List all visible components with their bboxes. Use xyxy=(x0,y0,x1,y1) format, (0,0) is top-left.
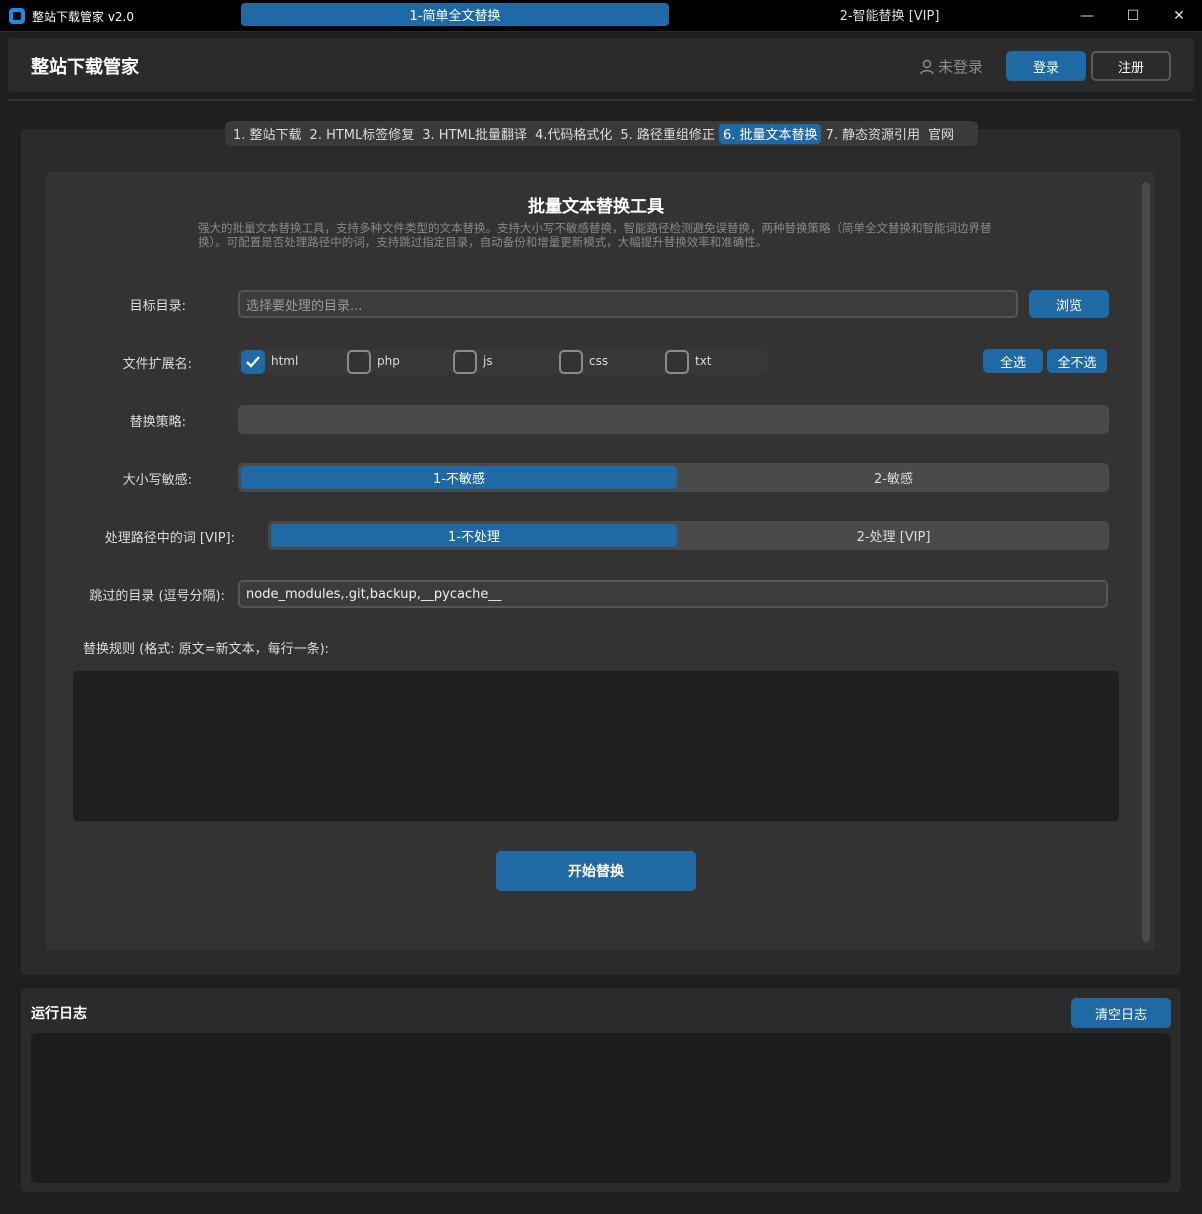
brand-title: 整站下载管家 xyxy=(31,57,139,78)
target-dir-label: 目标目录: xyxy=(129,299,186,314)
tool-description: 强大的批量文本替换工具，支持多种文件类型的文本替换。支持大小写不敏感替换，智能路… xyxy=(198,221,992,249)
strategy-segmented xyxy=(238,405,1109,434)
strategy-option-smart[interactable]: 2-智能替换 [VIP] xyxy=(672,3,1107,26)
tool-title: 批量文本替换工具 xyxy=(528,197,664,217)
skip-dirs-input[interactable]: node_modules,.git,backup,__pycache__ xyxy=(238,580,1108,608)
ext-txt-label: txt xyxy=(695,354,712,368)
checkbox-js[interactable] xyxy=(453,350,477,374)
skip-dirs-label: 跳过的目录 (逗号分隔): xyxy=(89,589,225,604)
log-textarea[interactable] xyxy=(31,1033,1171,1183)
user-icon xyxy=(920,59,934,75)
tab-static-resource[interactable]: 7. 静态资源引用 xyxy=(821,124,924,144)
ext-html-label: html xyxy=(271,354,299,368)
ext-php-label: php xyxy=(377,354,400,368)
scrollbar[interactable] xyxy=(1142,182,1150,942)
maximize-icon[interactable]: ☐ xyxy=(1110,0,1156,32)
strategy-option-simple[interactable]: 1-简单全文替换 xyxy=(241,3,669,26)
tab-site-download[interactable]: 1. 整站下载 xyxy=(229,124,306,144)
tab-official-site[interactable]: 官网 xyxy=(924,124,958,144)
check-icon xyxy=(246,356,260,368)
case-option-sensitive[interactable]: 2-敏感 xyxy=(680,466,1107,489)
checkbox-php[interactable] xyxy=(347,350,371,374)
tab-path-fix[interactable]: 5. 路径重组修正 xyxy=(616,124,719,144)
app-icon xyxy=(9,8,25,24)
clear-log-button[interactable]: 清空日志 xyxy=(1071,998,1171,1028)
tab-html-translate[interactable]: 3. HTML批量翻译 xyxy=(418,124,531,144)
register-button[interactable]: 注册 xyxy=(1091,51,1171,81)
browse-button[interactable]: 浏览 xyxy=(1029,290,1109,318)
log-title: 运行日志 xyxy=(31,1006,87,1022)
path-option-skip[interactable]: 1-不处理 xyxy=(271,524,677,547)
strategy-label: 替换策略: xyxy=(129,415,186,430)
login-button[interactable]: 登录 xyxy=(1006,51,1086,81)
ext-js-label: js xyxy=(483,354,493,368)
case-option-insensitive[interactable]: 1-不敏感 xyxy=(241,466,677,489)
checkbox-html[interactable] xyxy=(241,350,265,374)
checkbox-txt[interactable] xyxy=(665,350,689,374)
case-label: 大小写敏感: xyxy=(122,473,192,488)
tab-code-format[interactable]: 4.代码格式化 xyxy=(531,124,616,144)
select-all-button[interactable]: 全选 xyxy=(983,349,1043,373)
tab-bar: 1. 整站下载 2. HTML标签修复 3. HTML批量翻译 4.代码格式化 … xyxy=(225,121,978,146)
ext-css-label: css xyxy=(589,354,609,368)
checkbox-css[interactable] xyxy=(559,350,583,374)
path-option-process[interactable]: 2-处理 [VIP] xyxy=(680,524,1107,547)
close-icon[interactable]: ✕ xyxy=(1156,0,1202,32)
content-panel xyxy=(46,172,1155,950)
rules-label: 替换规则 (格式: 原文=新文本，每行一条): xyxy=(83,642,330,657)
target-dir-input[interactable]: 选择要处理的目录... xyxy=(238,290,1018,318)
select-none-button[interactable]: 全不选 xyxy=(1047,349,1107,373)
window-title: 整站下载管家 v2.0 xyxy=(32,10,135,24)
divider xyxy=(8,99,1194,101)
tab-html-fix[interactable]: 2. HTML标签修复 xyxy=(306,124,419,144)
ext-label: 文件扩展名: xyxy=(122,357,192,372)
rules-textarea[interactable] xyxy=(73,671,1119,821)
login-status: 未登录 xyxy=(938,58,984,76)
start-replace-button[interactable]: 开始替换 xyxy=(496,851,696,891)
path-label: 处理路径中的词 [VIP]: xyxy=(104,531,235,546)
tab-batch-replace[interactable]: 6. 批量文本替换 xyxy=(718,123,822,144)
